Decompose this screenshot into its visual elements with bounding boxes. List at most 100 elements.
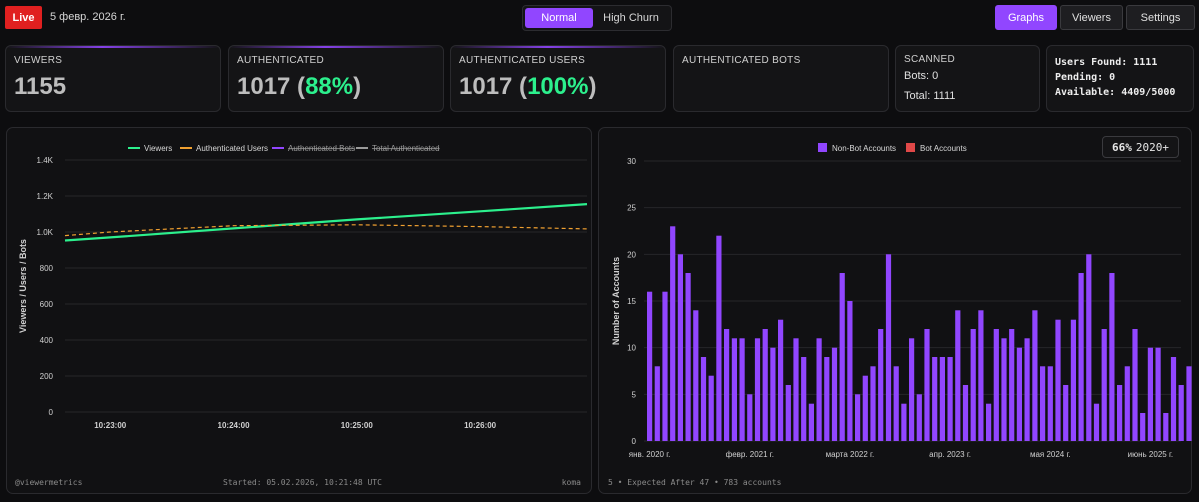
bar: [824, 357, 830, 441]
y-tick-label: 30: [627, 157, 636, 166]
bar: [1086, 254, 1092, 441]
bar: [1070, 319, 1076, 441]
bar: [862, 375, 868, 441]
bar: [1178, 385, 1184, 441]
legend-label-non-bot-accounts: Non-Bot Accounts: [832, 144, 896, 153]
x-tick-label: 10:24:00: [218, 421, 251, 430]
bar: [962, 385, 969, 441]
pending-count: Pending: 0: [1055, 72, 1116, 83]
bar: [754, 338, 761, 441]
bar: [1009, 329, 1015, 441]
bar: [916, 394, 922, 441]
y-tick-label: 1.4K: [37, 156, 54, 165]
bar: [816, 338, 822, 441]
bar: [986, 403, 992, 441]
bar: [793, 338, 799, 441]
authenticated-users-card: AUTHENTICATED USERS 1017 (100%): [450, 45, 666, 112]
bar: [878, 329, 884, 441]
bar: [839, 273, 845, 441]
y-tick-label: 800: [40, 264, 54, 273]
bar: [785, 385, 791, 441]
bar: [731, 338, 737, 441]
bar: [1140, 413, 1146, 441]
bar: [1001, 338, 1007, 441]
bar: [677, 254, 683, 441]
nav-settings-button[interactable]: Settings: [1126, 5, 1195, 30]
bar: [1040, 366, 1046, 441]
scanned-card: SCANNED Bots: 0 Total: 1111: [895, 45, 1040, 112]
legend-swatch-non-bot-accounts: [818, 143, 827, 152]
started-timestamp: Started: 05.02.2026, 10:21:48 UTC: [223, 478, 382, 487]
bar: [932, 357, 938, 441]
bar: [1132, 329, 1138, 441]
bar: [1170, 357, 1177, 441]
scan-status-card: Users Found: 1111 Pending: 0 Available: …: [1046, 45, 1194, 112]
bar: [1124, 366, 1130, 441]
x-tick-label: мая 2024 г.: [1030, 450, 1071, 459]
y-tick-label: 200: [40, 372, 54, 381]
bar: [1016, 347, 1022, 441]
bar: [1186, 366, 1192, 441]
live-button[interactable]: Live: [5, 6, 42, 29]
authenticated-users-value: 1017: [459, 73, 513, 100]
card-accent: [6, 46, 220, 48]
bar: [662, 291, 668, 441]
legend-label-viewers: Viewers: [144, 144, 172, 153]
x-tick-label: янв. 2020 г.: [629, 450, 671, 459]
age-filter-badge[interactable]: 66% 2020+: [1102, 136, 1179, 158]
scanned-total: Total: 1111: [904, 90, 956, 102]
x-tick-label: 10:25:00: [341, 421, 374, 430]
bar: [1163, 413, 1169, 441]
y-tick-label: 15: [627, 297, 636, 306]
mode-high-churn-button[interactable]: High Churn: [593, 8, 669, 28]
authenticated-users-value-row: 1017 (100%): [459, 73, 597, 100]
account-age-chart-panel: 0 5 10 15 20 25 30 Number of Accounts янв. 2020 …: [598, 127, 1192, 494]
y-axis-label: Number of Accounts: [611, 257, 621, 345]
y-tick-label: 5: [632, 390, 637, 399]
legend-swatch-bot-accounts: [906, 143, 915, 152]
bar: [1032, 310, 1038, 441]
users-found: Users Found: 1111: [1055, 57, 1158, 68]
bar: [855, 394, 861, 441]
authenticated-bots-label: AUTHENTICATED BOTS: [682, 55, 801, 66]
authenticated-bots-card: AUTHENTICATED BOTS: [673, 45, 889, 112]
bar: [724, 329, 730, 441]
bar: [670, 226, 676, 441]
bar: [885, 254, 892, 441]
current-date: 5 февр. 2026 г.: [50, 11, 126, 23]
y-tick-label: 0: [632, 437, 637, 446]
y-tick-label: 1.0K: [37, 228, 54, 237]
bar: [1147, 347, 1153, 441]
bar: [993, 329, 999, 441]
y-tick-label: 1.2K: [37, 192, 54, 201]
channel-name: koma: [561, 478, 581, 487]
viewers-label: VIEWERS: [14, 55, 63, 66]
scanned-label: SCANNED: [904, 54, 955, 65]
y-tick-label: 600: [40, 300, 54, 309]
mode-normal-button[interactable]: Normal: [525, 8, 593, 28]
bar: [770, 347, 776, 441]
authenticated-label: AUTHENTICATED: [237, 55, 325, 66]
bar: [708, 375, 714, 441]
bar: [1047, 366, 1053, 441]
mode-toggle: Normal High Churn: [522, 5, 672, 31]
authenticated-users-label: AUTHENTICATED USERS: [459, 55, 586, 66]
bar: [955, 310, 961, 441]
accounts-summary: 5 • Expected After 47 • 783 accounts: [608, 478, 782, 487]
bar: [847, 301, 853, 441]
nav-graphs-button[interactable]: Graphs: [995, 5, 1057, 30]
x-tick-label: апр. 2023 г.: [929, 450, 971, 459]
account-age-bar-chart: 0 5 10 15 20 25 30 Number of Accounts янв. 2020 …: [611, 143, 1192, 459]
viewers-value: 1155: [14, 73, 67, 100]
nav-viewers-button[interactable]: Viewers: [1060, 5, 1123, 30]
top-bar: Live 5 февр. 2026 г. Normal High Churn G…: [0, 0, 1199, 36]
bar: [700, 357, 707, 441]
bar: [739, 338, 745, 441]
authenticated-value: 1017: [237, 73, 291, 100]
legend-label-total-authenticated: Total Authenticated: [372, 144, 440, 153]
x-tick-label: марта 2022 г.: [826, 450, 875, 459]
brand-handle: @viewermetrics: [15, 478, 83, 487]
bar: [801, 357, 807, 441]
bar: [762, 329, 768, 441]
bar: [970, 329, 976, 441]
